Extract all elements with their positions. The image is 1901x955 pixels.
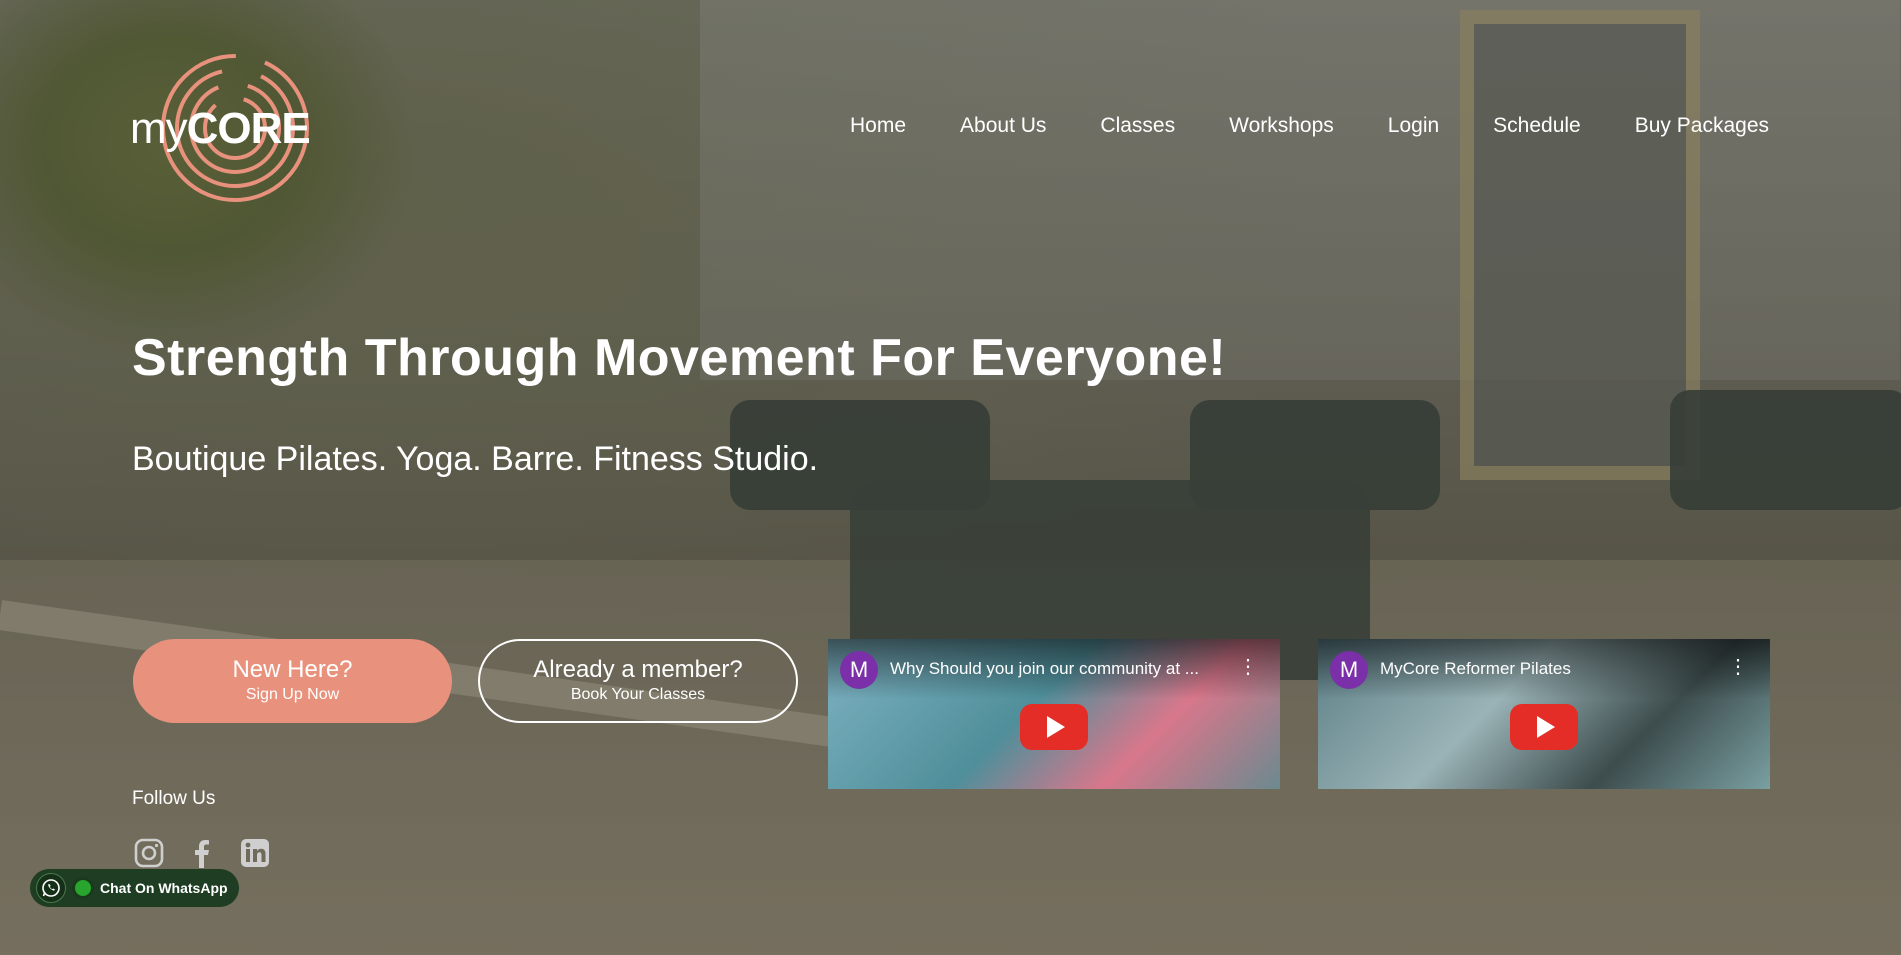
whatsapp-icon [36,873,66,903]
sign-up-button[interactable]: New Here? Sign Up Now [133,639,452,723]
social-links [132,836,271,869]
video-embed-reformer[interactable]: M MyCore Reformer Pilates ⋮ [1318,639,1770,789]
sign-up-button-subtitle: Sign Up Now [245,686,340,703]
book-classes-button-subtitle: Book Your Classes [570,686,706,703]
whatsapp-label: Chat On WhatsApp [100,880,228,896]
channel-avatar[interactable]: M [840,651,878,689]
nav-home[interactable]: Home [850,114,906,138]
main-nav: Home About Us Classes Workshops Login Sc… [850,114,1769,138]
sign-up-button-title: New Here? [232,656,353,683]
nav-login[interactable]: Login [1388,114,1439,138]
nav-workshops[interactable]: Workshops [1229,114,1334,138]
site-logo[interactable]: myCORE [130,52,330,207]
instagram-icon[interactable] [132,836,165,869]
book-classes-button-title: Already a member? [533,656,743,683]
video-title[interactable]: MyCore Reformer Pilates [1380,659,1720,679]
more-options-icon[interactable]: ⋮ [1238,657,1258,677]
youtube-play-icon[interactable] [1020,704,1088,750]
nav-about-us[interactable]: About Us [960,114,1046,138]
nav-schedule[interactable]: Schedule [1493,114,1581,138]
nav-buy-packages[interactable]: Buy Packages [1635,114,1769,138]
linkedin-icon[interactable] [238,836,271,869]
facebook-icon[interactable] [185,836,218,869]
youtube-play-icon[interactable] [1510,704,1578,750]
hero-subtitle: Boutique Pilates. Yoga. Barre. Fitness S… [132,440,819,478]
video-title[interactable]: Why Should you join our community at ... [890,659,1230,679]
nav-classes[interactable]: Classes [1100,114,1175,138]
whatsapp-chat-button[interactable]: Chat On WhatsApp [30,869,239,907]
online-status-icon [72,877,94,899]
book-classes-button[interactable]: Already a member? Book Your Classes [478,639,798,723]
channel-avatar[interactable]: M [1330,651,1368,689]
hero-title: Strength Through Movement For Everyone! [132,329,1227,387]
more-options-icon[interactable]: ⋮ [1728,657,1748,677]
logo-text: myCORE [130,104,311,153]
video-embed-community[interactable]: M Why Should you join our community at .… [828,639,1280,789]
follow-us-label: Follow Us [132,788,216,809]
